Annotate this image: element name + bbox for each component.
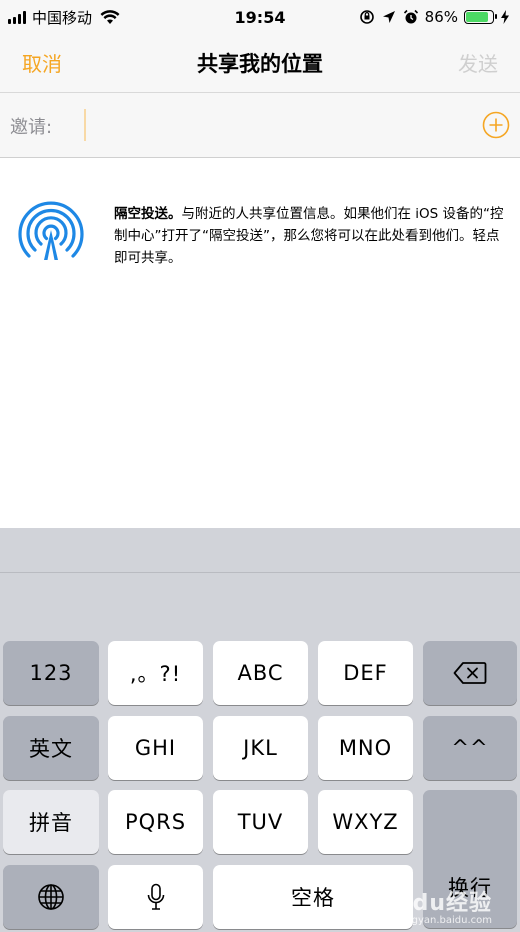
orientation-lock-icon [359, 10, 374, 24]
key-jkl[interactable]: JKL [213, 716, 308, 780]
keyboard: 123 ,。?! ABC DEF 英文 GHI JKL MNO ^^ 拼音 PQ… [0, 528, 520, 932]
key-numbers[interactable]: 123 [3, 641, 99, 705]
key-english[interactable]: 英文 [3, 716, 99, 780]
watermark-logo: Baidu经验 [370, 891, 492, 916]
page-title: 共享我的位置 [197, 52, 323, 76]
invite-row: 邀请: [0, 93, 520, 158]
invite-label: 邀请: [10, 117, 53, 138]
microphone-icon [147, 883, 164, 910]
battery-fill [466, 12, 489, 22]
airdrop-description: 隔空投送。与附近的人共享位置信息。如果他们在 iOS 设备的“控制中心”打开了“… [114, 203, 512, 269]
battery-percent: 86% [424, 8, 458, 26]
key-pqrs[interactable]: PQRS [108, 790, 203, 854]
nav-bar: 取消 共享我的位置 发送 [0, 34, 520, 93]
invite-input[interactable] [84, 109, 464, 141]
location-icon [382, 11, 395, 23]
key-punctuation[interactable]: ,。?! [108, 641, 203, 705]
backspace-icon [453, 662, 487, 684]
key-wxyz[interactable]: WXYZ [318, 790, 413, 854]
key-globe[interactable] [3, 865, 99, 929]
alarm-icon [403, 9, 418, 24]
key-mno[interactable]: MNO [318, 716, 413, 780]
candidate-bar [0, 528, 520, 573]
status-bar: 中国移动 19:54 86% [0, 0, 520, 34]
key-tuv[interactable]: TUV [213, 790, 308, 854]
key-emoji[interactable]: ^^ [423, 716, 517, 780]
key-def[interactable]: DEF [318, 641, 413, 705]
watermark: Baidu经验 jingyan.baidu.com [370, 885, 492, 926]
send-button[interactable]: 发送 [458, 48, 498, 77]
key-ghi[interactable]: GHI [108, 716, 203, 780]
plus-circle-icon[interactable] [482, 111, 510, 139]
key-pinyin[interactable]: 拼音 [3, 790, 99, 854]
key-delete[interactable] [423, 641, 517, 705]
globe-icon [38, 884, 64, 910]
key-abc[interactable]: ABC [213, 641, 308, 705]
airdrop-icon[interactable] [14, 194, 88, 268]
airdrop-title: 隔空投送。 [114, 206, 182, 222]
charging-icon [501, 10, 509, 24]
key-microphone[interactable] [108, 865, 203, 929]
battery-icon [464, 10, 497, 24]
